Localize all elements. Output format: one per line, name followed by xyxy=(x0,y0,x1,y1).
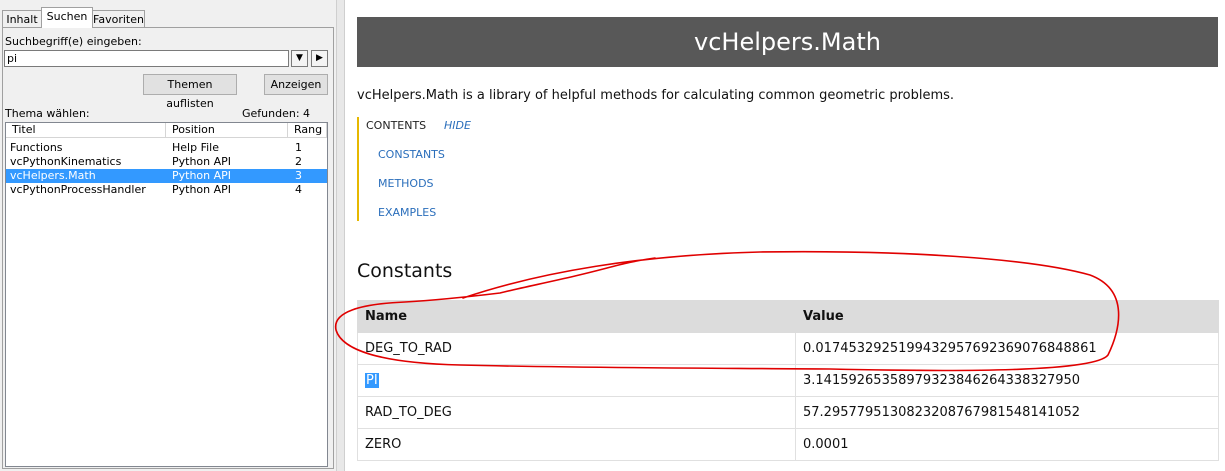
column-header-position[interactable]: Position xyxy=(166,123,288,138)
search-arrow-button[interactable]: ▶ xyxy=(311,50,328,67)
tab-contents[interactable]: Inhalt xyxy=(2,10,42,27)
toc-heading: CONTENTS xyxy=(366,119,427,132)
table-row: RAD_TO_DEG 57.29577951308232087679815481… xyxy=(357,396,1219,429)
result-title: Functions xyxy=(10,141,63,154)
result-title: vcPythonKinematics xyxy=(10,155,122,168)
list-item-selected[interactable]: vcHelpers.Math Python API 3 xyxy=(6,169,327,183)
result-rank: 1 xyxy=(295,141,302,154)
search-history-dropdown[interactable]: ▼ xyxy=(291,50,308,67)
found-count: Gefunden: 4 xyxy=(242,107,311,120)
constant-name: ZERO xyxy=(357,428,796,461)
constant-value: 57.2957795130823208767981548141052 xyxy=(795,396,1219,429)
constants-table: Name Value DEG_TO_RAD 0.0174532925199432… xyxy=(357,300,1219,461)
constant-value: 0.0174532925199432957692369076848861 xyxy=(795,332,1219,365)
list-topics-button[interactable]: Themen auflisten xyxy=(143,74,237,110)
table-row: ZERO 0.0001 xyxy=(357,428,1219,461)
results-list[interactable]: Titel Position Rang Functions Help File … xyxy=(5,122,328,467)
result-position: Python API xyxy=(172,183,232,196)
result-position: Python API xyxy=(172,169,232,182)
pane-splitter-scrollbar[interactable] xyxy=(336,0,345,471)
constant-name-cell: PI xyxy=(357,364,796,397)
search-label: Suchbegriff(e) eingeben: xyxy=(5,35,142,48)
list-item[interactable]: vcPythonProcessHandler Python API 4 xyxy=(6,183,327,197)
constant-name-highlighted: PI xyxy=(365,373,379,388)
tab-search[interactable]: Suchen xyxy=(41,7,93,28)
tab-favorites[interactable]: Favoriten xyxy=(92,10,145,27)
result-rank: 3 xyxy=(295,169,302,182)
constant-name: DEG_TO_RAD xyxy=(357,332,796,365)
column-header-title[interactable]: Titel xyxy=(6,123,166,138)
constant-value: 3.14159265358979323846264338327950 xyxy=(795,364,1219,397)
table-header-row: Name Value xyxy=(357,300,1219,333)
column-header-name: Name xyxy=(357,300,796,333)
result-rank: 4 xyxy=(295,183,302,196)
table-of-contents: CONTENTS HIDE CONSTANTS METHODS EXAMPLES xyxy=(357,117,559,221)
toc-hide-link[interactable]: HIDE xyxy=(444,119,471,132)
help-navigation-pane: Inhalt Suchen Favoriten Suchbegriff(e) e… xyxy=(0,0,336,471)
column-header-rank[interactable]: Rang xyxy=(288,123,327,138)
page-title: vcHelpers.Math xyxy=(357,17,1218,67)
table-row: PI 3.14159265358979323846264338327950 xyxy=(357,364,1219,397)
list-item[interactable]: vcPythonKinematics Python API 2 xyxy=(6,155,327,169)
column-header-value: Value xyxy=(795,300,1219,333)
results-header: Titel Position Rang xyxy=(6,123,327,138)
result-position: Help File xyxy=(172,141,219,154)
toc-link-examples[interactable]: EXAMPLES xyxy=(378,206,436,219)
arrow-right-icon: ▶ xyxy=(316,53,323,63)
page-intro: vcHelpers.Math is a library of helpful m… xyxy=(357,88,955,103)
result-title: vcPythonProcessHandler xyxy=(10,183,146,196)
constants-heading: Constants xyxy=(357,260,453,282)
choose-topic-label: Thema wählen: xyxy=(5,107,90,120)
chevron-down-icon: ▼ xyxy=(296,53,303,63)
display-button[interactable]: Anzeigen xyxy=(264,74,328,95)
result-rank: 2 xyxy=(295,155,302,168)
list-item[interactable]: Functions Help File 1 xyxy=(6,141,327,155)
toc-link-methods[interactable]: METHODS xyxy=(378,177,434,190)
constant-name: RAD_TO_DEG xyxy=(357,396,796,429)
help-content: vcHelpers.Math vcHelpers.Math is a libra… xyxy=(345,0,1225,471)
table-row: DEG_TO_RAD 0.017453292519943295769236907… xyxy=(357,332,1219,365)
constant-value: 0.0001 xyxy=(795,428,1219,461)
result-position: Python API xyxy=(172,155,232,168)
search-input[interactable]: pi xyxy=(4,50,289,67)
results-rows: Functions Help File 1 vcPythonKinematics… xyxy=(6,141,327,197)
result-title: vcHelpers.Math xyxy=(10,169,96,182)
toc-link-constants[interactable]: CONSTANTS xyxy=(378,148,445,161)
